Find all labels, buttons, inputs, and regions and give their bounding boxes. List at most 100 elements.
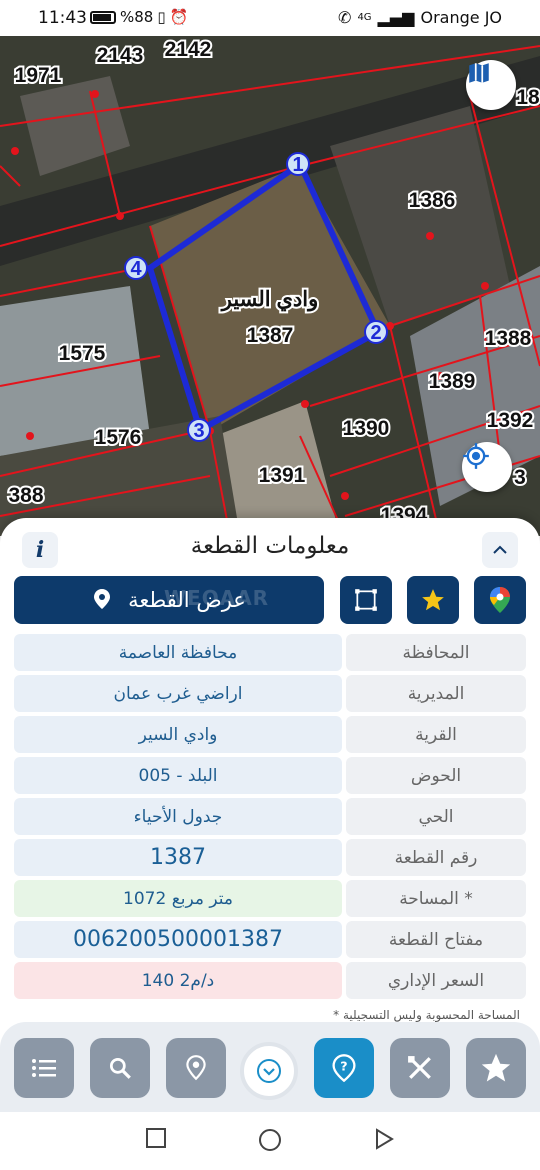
map-layers-button[interactable] (466, 60, 516, 110)
show-parcel-button[interactable]: عرض القطعة WEQAAR (14, 576, 324, 624)
status-left-icons: %88 ▯ ⏰ (90, 8, 188, 26)
chevron-up-icon (493, 545, 507, 554)
location-pin-icon (186, 1055, 206, 1081)
parcel-details-table: محافظة العاصمة المحافظة اراضي غرب عمان ا… (14, 634, 526, 1003)
map-layers-icon (469, 63, 489, 83)
status-time: 11:43 (38, 8, 87, 28)
detail-key: الحي (346, 798, 526, 835)
list-icon (32, 1059, 56, 1077)
detail-row: وادي السير القرية (14, 716, 526, 753)
parcel-number-label: 18 (516, 86, 540, 109)
detail-row: البلد - 005 الحوض (14, 757, 526, 794)
selected-parcel-name: وادي السير (220, 288, 319, 312)
detail-value: وادي السير (14, 716, 342, 753)
detail-row: محافظة العاصمة المحافظة (14, 634, 526, 671)
vertex-label: 2 (370, 322, 381, 344)
selected-parcel-number: 1387 (247, 324, 294, 347)
system-navigation-bar (0, 1112, 540, 1170)
location-pin-button[interactable] (166, 1038, 226, 1098)
bottom-toolbar: ? (0, 1022, 540, 1112)
vibrate-icon: ▯ (157, 8, 166, 26)
detail-key: مفتاح القطعة (346, 921, 526, 958)
detail-value: 1387 (14, 839, 342, 876)
star-icon (481, 1053, 511, 1082)
tools-icon (408, 1056, 431, 1079)
detail-value: 1072 متر مربع (14, 880, 342, 917)
detail-row: جدول الأحياء الحي (14, 798, 526, 835)
detail-row: اراضي غرب عمان المديرية (14, 675, 526, 712)
parcel-number-label: 1390 (343, 417, 390, 440)
battery-percent: %88 (120, 8, 154, 26)
detail-row: 1072 متر مربع المساحة * (14, 880, 526, 917)
detail-value: البلد - 005 (14, 757, 342, 794)
battery-icon (90, 10, 116, 24)
map-pin-icon (94, 589, 111, 609)
tools-button[interactable] (390, 1038, 450, 1098)
area-footnote: * المساحة المحسوبة وليس التسجيلية (333, 1008, 520, 1022)
triangle-back-icon (376, 1128, 394, 1150)
list-button[interactable] (14, 1038, 74, 1098)
satellite-map[interactable]: 1 2 3 4 2143 2142 1971 18 1386 1388 1575… (0, 36, 540, 536)
locate-me-button[interactable] (462, 442, 512, 492)
detail-key: المديرية (346, 675, 526, 712)
parcel-number-label: 1392 (487, 409, 534, 432)
collapse-sheet-button[interactable] (482, 532, 518, 568)
detail-value: 006200500001387 (14, 921, 342, 958)
detail-key: السعر الإداري (346, 962, 526, 999)
svg-text:?: ? (340, 1058, 347, 1073)
parcel-number-label: 1386 (409, 189, 456, 212)
watermark-text: WEQAAR (164, 586, 270, 610)
detail-key: المساحة * (346, 880, 526, 917)
favorites-button[interactable] (466, 1038, 526, 1098)
chevron-down-icon (257, 1059, 281, 1083)
detail-key: القرية (346, 716, 526, 753)
circle-icon (259, 1129, 281, 1151)
parcel-lookup-button[interactable]: ? (314, 1038, 374, 1098)
sheet-title: معلومات القطعة (190, 533, 350, 559)
whatsapp-icon: ✆ (338, 8, 352, 27)
sheet-toolbar: عرض القطعة WEQAAR (0, 576, 540, 626)
carrier-name: Orange JO (420, 8, 502, 27)
back-button[interactable] (374, 1128, 394, 1154)
parcel-number-label: 2143 (97, 44, 144, 67)
star-icon (422, 589, 444, 611)
pin-question-icon: ? (332, 1054, 356, 1083)
map-canvas: 1 2 3 4 2143 2142 1971 18 1386 1388 1575… (0, 36, 540, 536)
favorite-button[interactable] (407, 576, 459, 624)
detail-key: المحافظة (346, 634, 526, 671)
home-button[interactable] (258, 1128, 282, 1156)
parcel-number-label: 2142 (165, 38, 212, 61)
detail-value: جدول الأحياء (14, 798, 342, 835)
detail-row: 006200500001387 مفتاح القطعة (14, 921, 526, 958)
vertex-label: 1 (292, 154, 303, 176)
recents-button[interactable] (146, 1128, 166, 1152)
search-icon (109, 1057, 131, 1079)
google-maps-icon (490, 587, 510, 613)
parcel-number-label: 1389 (429, 370, 476, 393)
google-maps-button[interactable] (474, 576, 526, 624)
vertex-label: 3 (193, 420, 204, 442)
detail-value: اراضي غرب عمان (14, 675, 342, 712)
network-type: 4G (357, 12, 372, 23)
parcel-number-label: 1391 (259, 464, 306, 487)
square-icon (146, 1128, 166, 1148)
detail-row: 1387 رقم القطعة (14, 839, 526, 876)
alarm-icon: ⏰ (169, 8, 189, 26)
search-button[interactable] (90, 1038, 150, 1098)
locate-target-icon (463, 443, 489, 469)
parcel-number-label: 1575 (59, 342, 106, 365)
detail-key: الحوض (346, 757, 526, 794)
detail-value: 140 د/م2 (14, 962, 342, 999)
parcel-number-label: 1388 (485, 327, 532, 350)
signal-icon: ▂▄▆ (377, 8, 415, 27)
detail-key: رقم القطعة (346, 839, 526, 876)
status-right: ✆ 4G ▂▄▆ Orange JO (338, 8, 502, 27)
detail-value: محافظة العاصمة (14, 634, 342, 671)
expand-menu-button[interactable] (240, 1042, 298, 1100)
draw-polygon-button[interactable] (340, 576, 392, 624)
parcel-number-label: 1576 (95, 426, 142, 449)
detail-row: 140 د/م2 السعر الإداري (14, 962, 526, 999)
parcel-number-label: 1971 (15, 64, 62, 87)
parcel-number-label: 3 (514, 466, 526, 489)
vertex-label: 4 (130, 258, 142, 280)
